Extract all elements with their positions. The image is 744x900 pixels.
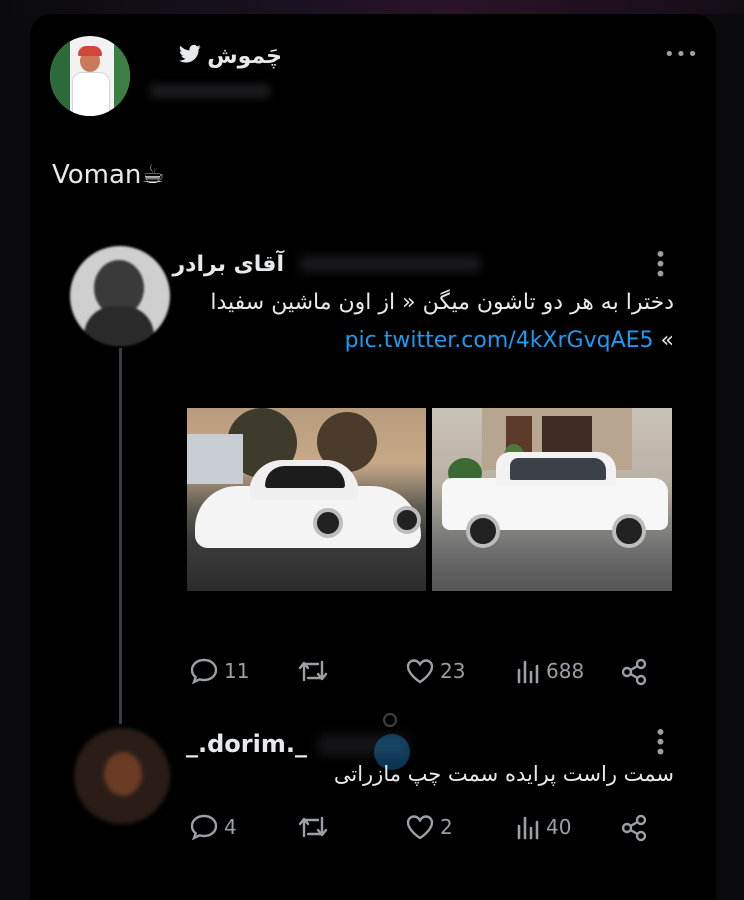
quoted-text-close-quote: » xyxy=(660,328,674,353)
white-supra-photo[interactable] xyxy=(187,408,426,591)
view-count: 688 xyxy=(546,659,585,683)
more-vertical-icon[interactable]: ••• xyxy=(648,726,672,755)
reply-reply-button[interactable]: 4 xyxy=(190,814,237,840)
quoted-author-name[interactable]: آقای برادر xyxy=(173,252,284,277)
like-count: 23 xyxy=(440,659,466,683)
quoted-handle-redacted xyxy=(300,256,480,272)
retweet-button[interactable] xyxy=(298,658,328,684)
media-link[interactable]: pic.twitter.com/4kXrGvqAE5 xyxy=(345,328,654,353)
reply-retweet-button[interactable] xyxy=(298,814,328,840)
quoted-tweet-text: دخترا به هر دو تاشون میگن « از اون ماشین… xyxy=(154,284,674,360)
author-handle-redacted xyxy=(150,84,270,98)
thread-connector-line xyxy=(119,348,122,724)
reply-like-count: 2 xyxy=(440,815,453,839)
reply-reply-count: 4 xyxy=(224,815,237,839)
retweet-icon xyxy=(298,814,328,840)
quoted-text-line1: دخترا به هر دو تاشون میگن « از اون ماشین… xyxy=(210,290,674,315)
retweet-icon xyxy=(298,658,328,684)
more-vertical-icon[interactable]: ••• xyxy=(648,248,672,277)
heart-icon xyxy=(406,814,434,840)
reply-author-avatar[interactable] xyxy=(74,728,170,824)
reply-count: 11 xyxy=(224,659,250,683)
views-button[interactable]: 688 xyxy=(516,658,584,684)
reply-like-button[interactable]: 2 xyxy=(406,814,453,840)
tweet-text: Voman☕ xyxy=(52,160,165,190)
author-name-row[interactable]: چَموش xyxy=(179,44,282,69)
reply-icon xyxy=(190,658,218,684)
author-name[interactable]: چَموش xyxy=(207,44,282,69)
reply-button[interactable]: 11 xyxy=(190,658,249,684)
reply-icon xyxy=(190,814,218,840)
share-icon xyxy=(620,814,648,842)
white-pride-photo[interactable] xyxy=(432,408,672,591)
reply-views-button[interactable]: 40 xyxy=(516,814,571,840)
author-avatar[interactable] xyxy=(50,36,130,116)
reply-view-count: 40 xyxy=(546,815,572,839)
share-icon xyxy=(620,658,648,686)
reply-author-name[interactable]: _.dorim._ xyxy=(186,730,307,758)
top-gradient-bar xyxy=(0,0,744,14)
bird-icon xyxy=(179,44,201,69)
like-button[interactable]: 23 xyxy=(406,658,465,684)
analytics-bars-icon xyxy=(516,658,540,684)
more-horizontal-icon[interactable]: ••• xyxy=(664,44,699,65)
analytics-bars-icon xyxy=(516,814,540,840)
heart-icon xyxy=(406,658,434,684)
reply-text: سمت راست پرایده سمت چپ مازراتی xyxy=(333,762,674,786)
reply-share-button[interactable] xyxy=(620,814,648,842)
share-button[interactable] xyxy=(620,658,648,686)
